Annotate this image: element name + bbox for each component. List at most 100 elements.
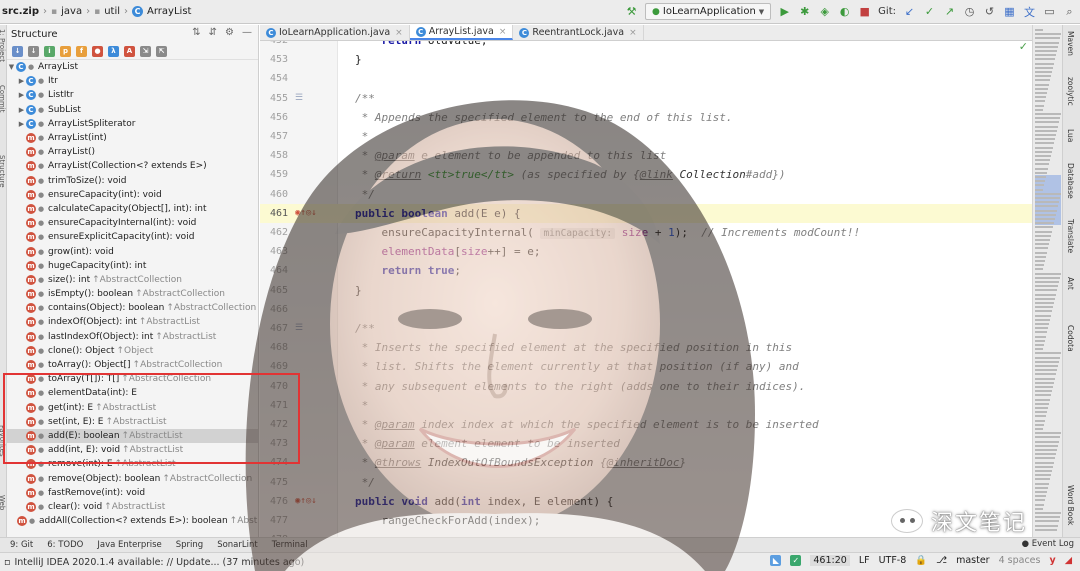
profile-icon[interactable]: ◐: [838, 5, 851, 18]
build-hammer-icon[interactable]: ⚒: [625, 5, 638, 18]
right-tool-label[interactable]: Maven: [1066, 31, 1075, 56]
editor-tab[interactable]: C IoLearnApplication.java ×: [260, 25, 410, 40]
tree-item[interactable]: m ● lastIndexOf(Object): int ↑AbstractList: [7, 330, 258, 344]
right-tool-label[interactable]: zoolytic: [1066, 77, 1075, 106]
chevron-down-icon[interactable]: ▼: [7, 63, 16, 71]
tree-item[interactable]: m ● clone(): Object ↑Object: [7, 344, 258, 358]
gear-icon[interactable]: ⚙: [225, 27, 234, 38]
tree-item[interactable]: m ● set(int, E): E ↑AbstractList: [7, 415, 258, 429]
autoscroll-to-source-icon[interactable]: ⇲: [140, 45, 151, 57]
show-inherited-icon[interactable]: i: [44, 45, 55, 57]
sonarlint-icon[interactable]: ◣: [770, 555, 782, 566]
tree-item[interactable]: m ● add(int, E): void ↑AbstractList: [7, 443, 258, 457]
tree-item[interactable]: m ● elementData(int): E: [7, 386, 258, 400]
tree-item[interactable]: m ● fastRemove(int): void: [7, 486, 258, 500]
tree-item[interactable]: ▶ C ● ArrayListSpliterator: [7, 117, 258, 131]
git-commit-icon[interactable]: ✓: [923, 5, 936, 18]
tree-item[interactable]: m ● trimToSize(): void: [7, 174, 258, 188]
close-icon[interactable]: ×: [499, 27, 507, 37]
readonly-lock-icon[interactable]: 🔒: [915, 555, 927, 566]
tree-item[interactable]: m ● ensureExplicitCapacity(int): void: [7, 230, 258, 244]
breadcrumb-src-zip[interactable]: src.zip: [2, 6, 39, 17]
show-anonymous-icon[interactable]: A: [124, 45, 135, 57]
bottom-tool-button[interactable]: 9: Git: [10, 540, 33, 550]
bottom-tool-button[interactable]: 6: TODO: [47, 540, 83, 550]
memory-indicator-icon[interactable]: ◢: [1065, 555, 1072, 566]
git-update-icon[interactable]: ↙: [903, 5, 916, 18]
status-toggle-icon[interactable]: ▫: [0, 557, 10, 568]
tree-item[interactable]: m ● ensureCapacityInternal(int): void: [7, 216, 258, 230]
layout-icon[interactable]: ▭: [1043, 5, 1056, 18]
code-editor[interactable]: ✓ 452 return oldValue; 453} 454 455☰/** …: [260, 41, 1032, 537]
collapse-all-icon[interactable]: ⇵: [209, 27, 217, 38]
tree-item[interactable]: m ● ArrayList(int): [7, 131, 258, 145]
show-lambdas-icon[interactable]: λ: [108, 45, 119, 57]
sort-visibility-icon[interactable]: ↓: [28, 45, 39, 57]
bottom-tool-button[interactable]: Spring: [176, 540, 203, 550]
project-structure-icon[interactable]: ▦: [1003, 5, 1016, 18]
tree-item[interactable]: m ● remove(Object): boolean ↑AbstractCollec…: [7, 471, 258, 485]
git-push-icon[interactable]: ↗: [943, 5, 956, 18]
translate-icon[interactable]: 文: [1023, 4, 1036, 20]
stop-icon[interactable]: ■: [858, 5, 871, 18]
editor-tab[interactable]: C ReentrantLock.java ×: [513, 25, 644, 40]
right-tool-label[interactable]: Database: [1066, 163, 1075, 199]
chevron-right-icon[interactable]: ▶: [17, 106, 26, 114]
tree-root[interactable]: ▼ C ● ArrayList: [7, 60, 258, 74]
indent-setting[interactable]: 4 spaces: [999, 555, 1041, 566]
tree-item[interactable]: ▶ C ● ListItr: [7, 88, 258, 102]
breadcrumb-util[interactable]: util: [104, 6, 120, 17]
doc-comment-icon[interactable]: ☰: [295, 89, 303, 108]
project-tool-label[interactable]: 1: Project: [0, 29, 6, 62]
tree-item[interactable]: m ● get(int): E ↑AbstractList: [7, 401, 258, 415]
commit-tool-label[interactable]: Commit: [0, 85, 6, 113]
tree-item[interactable]: ▶ C ● Itr: [7, 74, 258, 88]
line-separator[interactable]: LF: [859, 555, 870, 566]
right-tool-label[interactable]: Lua: [1066, 129, 1075, 142]
tree-item[interactable]: m ● grow(int): void: [7, 244, 258, 258]
autoscroll-from-source-icon[interactable]: ⇱: [156, 45, 167, 57]
tree-item[interactable]: m ● calculateCapacity(Object[], int): int: [7, 202, 258, 216]
override-marker-icon[interactable]: ◉↑◎↓: [295, 204, 317, 223]
close-icon[interactable]: ×: [629, 28, 637, 38]
tree-item[interactable]: m ● indexOf(Object): int ↑AbstractList: [7, 315, 258, 329]
tree-item[interactable]: m ● ensureCapacity(int): void: [7, 188, 258, 202]
bottom-tool-button[interactable]: SonarLint: [217, 540, 258, 550]
tree-item[interactable]: m ● addAll(Collection<? extends E>): boole…: [7, 514, 258, 528]
tree-item[interactable]: m ● hugeCapacity(int): int: [7, 259, 258, 273]
tree-item[interactable]: m ● contains(Object): boolean ↑AbstractColl…: [7, 301, 258, 315]
git-branch[interactable]: master: [956, 555, 990, 566]
bottom-tool-button[interactable]: Java Enterprise: [97, 540, 161, 550]
y-plugin-icon[interactable]: y: [1049, 555, 1055, 566]
close-icon[interactable]: ×: [395, 28, 403, 38]
tree-item[interactable]: m ● remove(int): E ↑AbstractList: [7, 457, 258, 471]
tree-item[interactable]: ▶ C ● SubList: [7, 103, 258, 117]
tree-item[interactable]: m ● clear(): void ↑AbstractList: [7, 500, 258, 514]
tree-item[interactable]: m ● add(E): boolean ↑AbstractList: [7, 428, 258, 444]
override-marker-icon[interactable]: ◉↑◎↓: [295, 492, 317, 511]
bottom-tool-button[interactable]: Terminal: [272, 540, 308, 550]
debug-icon[interactable]: ✱: [798, 5, 811, 18]
web-tool-label[interactable]: Web: [0, 495, 6, 510]
run-icon[interactable]: ▶: [778, 5, 791, 18]
chevron-right-icon[interactable]: ▶: [17, 120, 26, 128]
coverage-icon[interactable]: ◈: [818, 5, 831, 18]
status-message[interactable]: IntelliJ IDEA 2020.1.4 available: // Upd…: [10, 557, 304, 568]
sort-alpha-icon[interactable]: ↓: [12, 45, 23, 57]
expand-all-icon[interactable]: ⇅: [192, 27, 200, 38]
tree-item[interactable]: m ● size(): int ↑AbstractCollection: [7, 273, 258, 287]
minimize-icon[interactable]: —: [242, 27, 252, 38]
right-tool-label[interactable]: Ant: [1066, 277, 1075, 290]
tree-item[interactable]: m ● ArrayList(Collection<? extends E>): [7, 159, 258, 173]
run-configuration-select[interactable]: ● IoLearnApplication ▼: [645, 3, 772, 20]
structure-tool-label[interactable]: Structure: [0, 155, 6, 188]
event-log-button[interactable]: ● Event Log: [1022, 539, 1074, 549]
show-properties-icon[interactable]: p: [60, 45, 71, 57]
editor-tab[interactable]: C ArrayList.java ×: [409, 25, 514, 40]
show-non-public-icon[interactable]: ●: [92, 45, 103, 57]
right-tool-label[interactable]: Word Book: [1066, 485, 1075, 525]
chevron-right-icon[interactable]: ▶: [17, 77, 26, 85]
show-fields-icon[interactable]: f: [76, 45, 87, 57]
rollback-icon[interactable]: ↺: [983, 5, 996, 18]
breadcrumb-java[interactable]: java: [61, 6, 82, 17]
